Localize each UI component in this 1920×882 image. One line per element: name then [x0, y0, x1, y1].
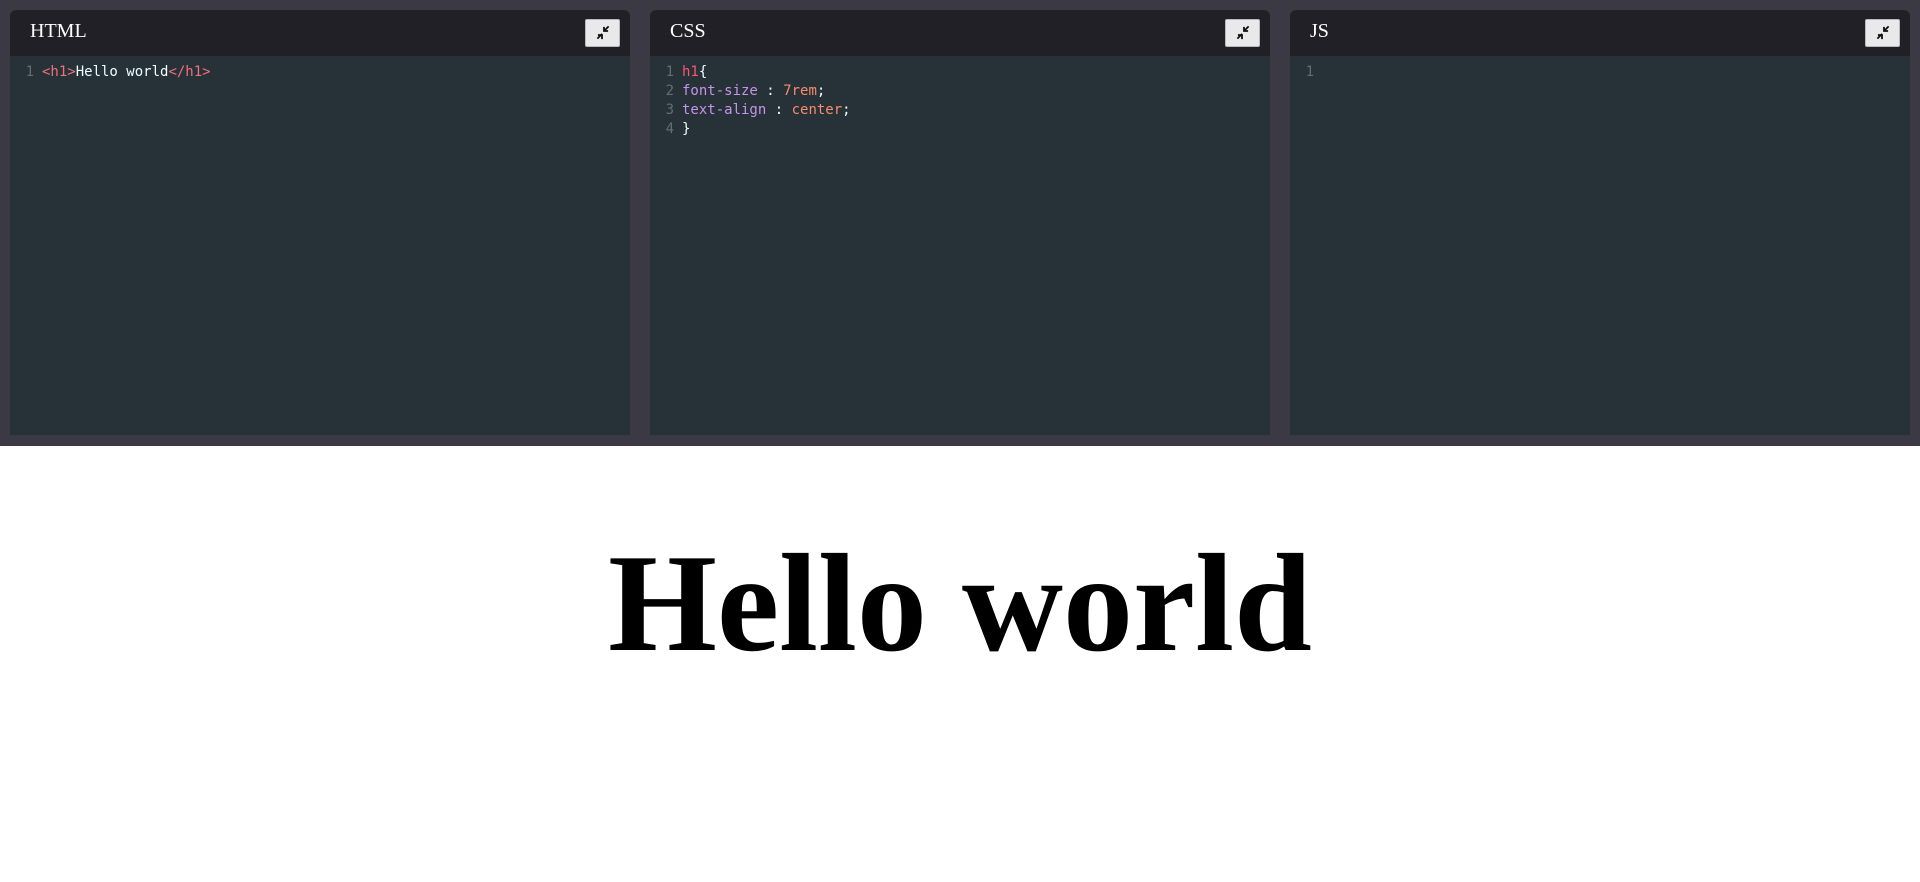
css-code-editor[interactable]: 1 h1 { 2 font-size : 7rem ; 3 text-align… [650, 63, 1270, 139]
line-number: 1 [665, 64, 674, 80]
js-panel-header: JS [1290, 10, 1910, 56]
code-token: ; [816, 83, 826, 99]
html-panel-header: HTML [10, 10, 630, 56]
collapse-arrows-icon [1236, 25, 1249, 40]
code-token: text-align [682, 102, 767, 118]
collapse-arrows-icon [1876, 25, 1889, 40]
code-token: : [766, 102, 792, 118]
css-panel-header: CSS [650, 10, 1270, 56]
code-token: ; [842, 102, 851, 118]
css-collapse-button[interactable] [1225, 19, 1260, 47]
code-token: { [698, 64, 708, 80]
collapse-arrows-icon [596, 25, 609, 40]
js-collapse-button[interactable] [1865, 19, 1900, 47]
code-line: 4 } [650, 120, 1270, 139]
code-line: 2 font-size : 7rem ; [650, 82, 1270, 101]
html-panel-title: HTML [30, 20, 87, 42]
code-token: : [757, 83, 784, 99]
code-token: center [791, 102, 843, 118]
code-line: 3 text-align : center ; [650, 101, 1270, 120]
js-panel-title: JS [1310, 20, 1329, 42]
editor-area: HTML 1 <h1> Hello world </h1> CSS 1 h1 {… [0, 0, 1920, 446]
line-number: 1 [1305, 64, 1314, 80]
line-number: 1 [25, 64, 34, 80]
html-code-editor[interactable]: 1 <h1> Hello world </h1> [10, 63, 630, 82]
code-line: 1 h1 { [650, 63, 1270, 82]
output-preview: Hello world [0, 446, 1920, 882]
html-collapse-button[interactable] [585, 19, 620, 47]
js-code-editor[interactable]: 1 [1290, 63, 1910, 82]
js-editor-panel: JS 1 [1290, 10, 1910, 435]
code-token: 7rem [783, 83, 817, 99]
html-editor-panel: HTML 1 <h1> Hello world </h1> [10, 10, 630, 435]
css-editor-panel: CSS 1 h1 { 2 font-size : 7rem ; 3 text-a… [650, 10, 1270, 435]
line-number: 4 [665, 121, 674, 137]
code-token: h1 [682, 64, 699, 80]
code-line: 1 [1290, 63, 1910, 82]
code-line: 1 <h1> Hello world </h1> [10, 63, 630, 82]
code-token: <h1> [42, 64, 76, 80]
code-token: Hello world [75, 64, 169, 80]
line-number: 3 [665, 102, 674, 118]
preview-heading: Hello world [608, 526, 1312, 681]
code-token: </h1> [168, 64, 211, 80]
code-token: } [682, 121, 691, 137]
code-token: font-size [682, 83, 758, 99]
line-number: 2 [665, 83, 674, 99]
css-panel-title: CSS [670, 20, 706, 42]
